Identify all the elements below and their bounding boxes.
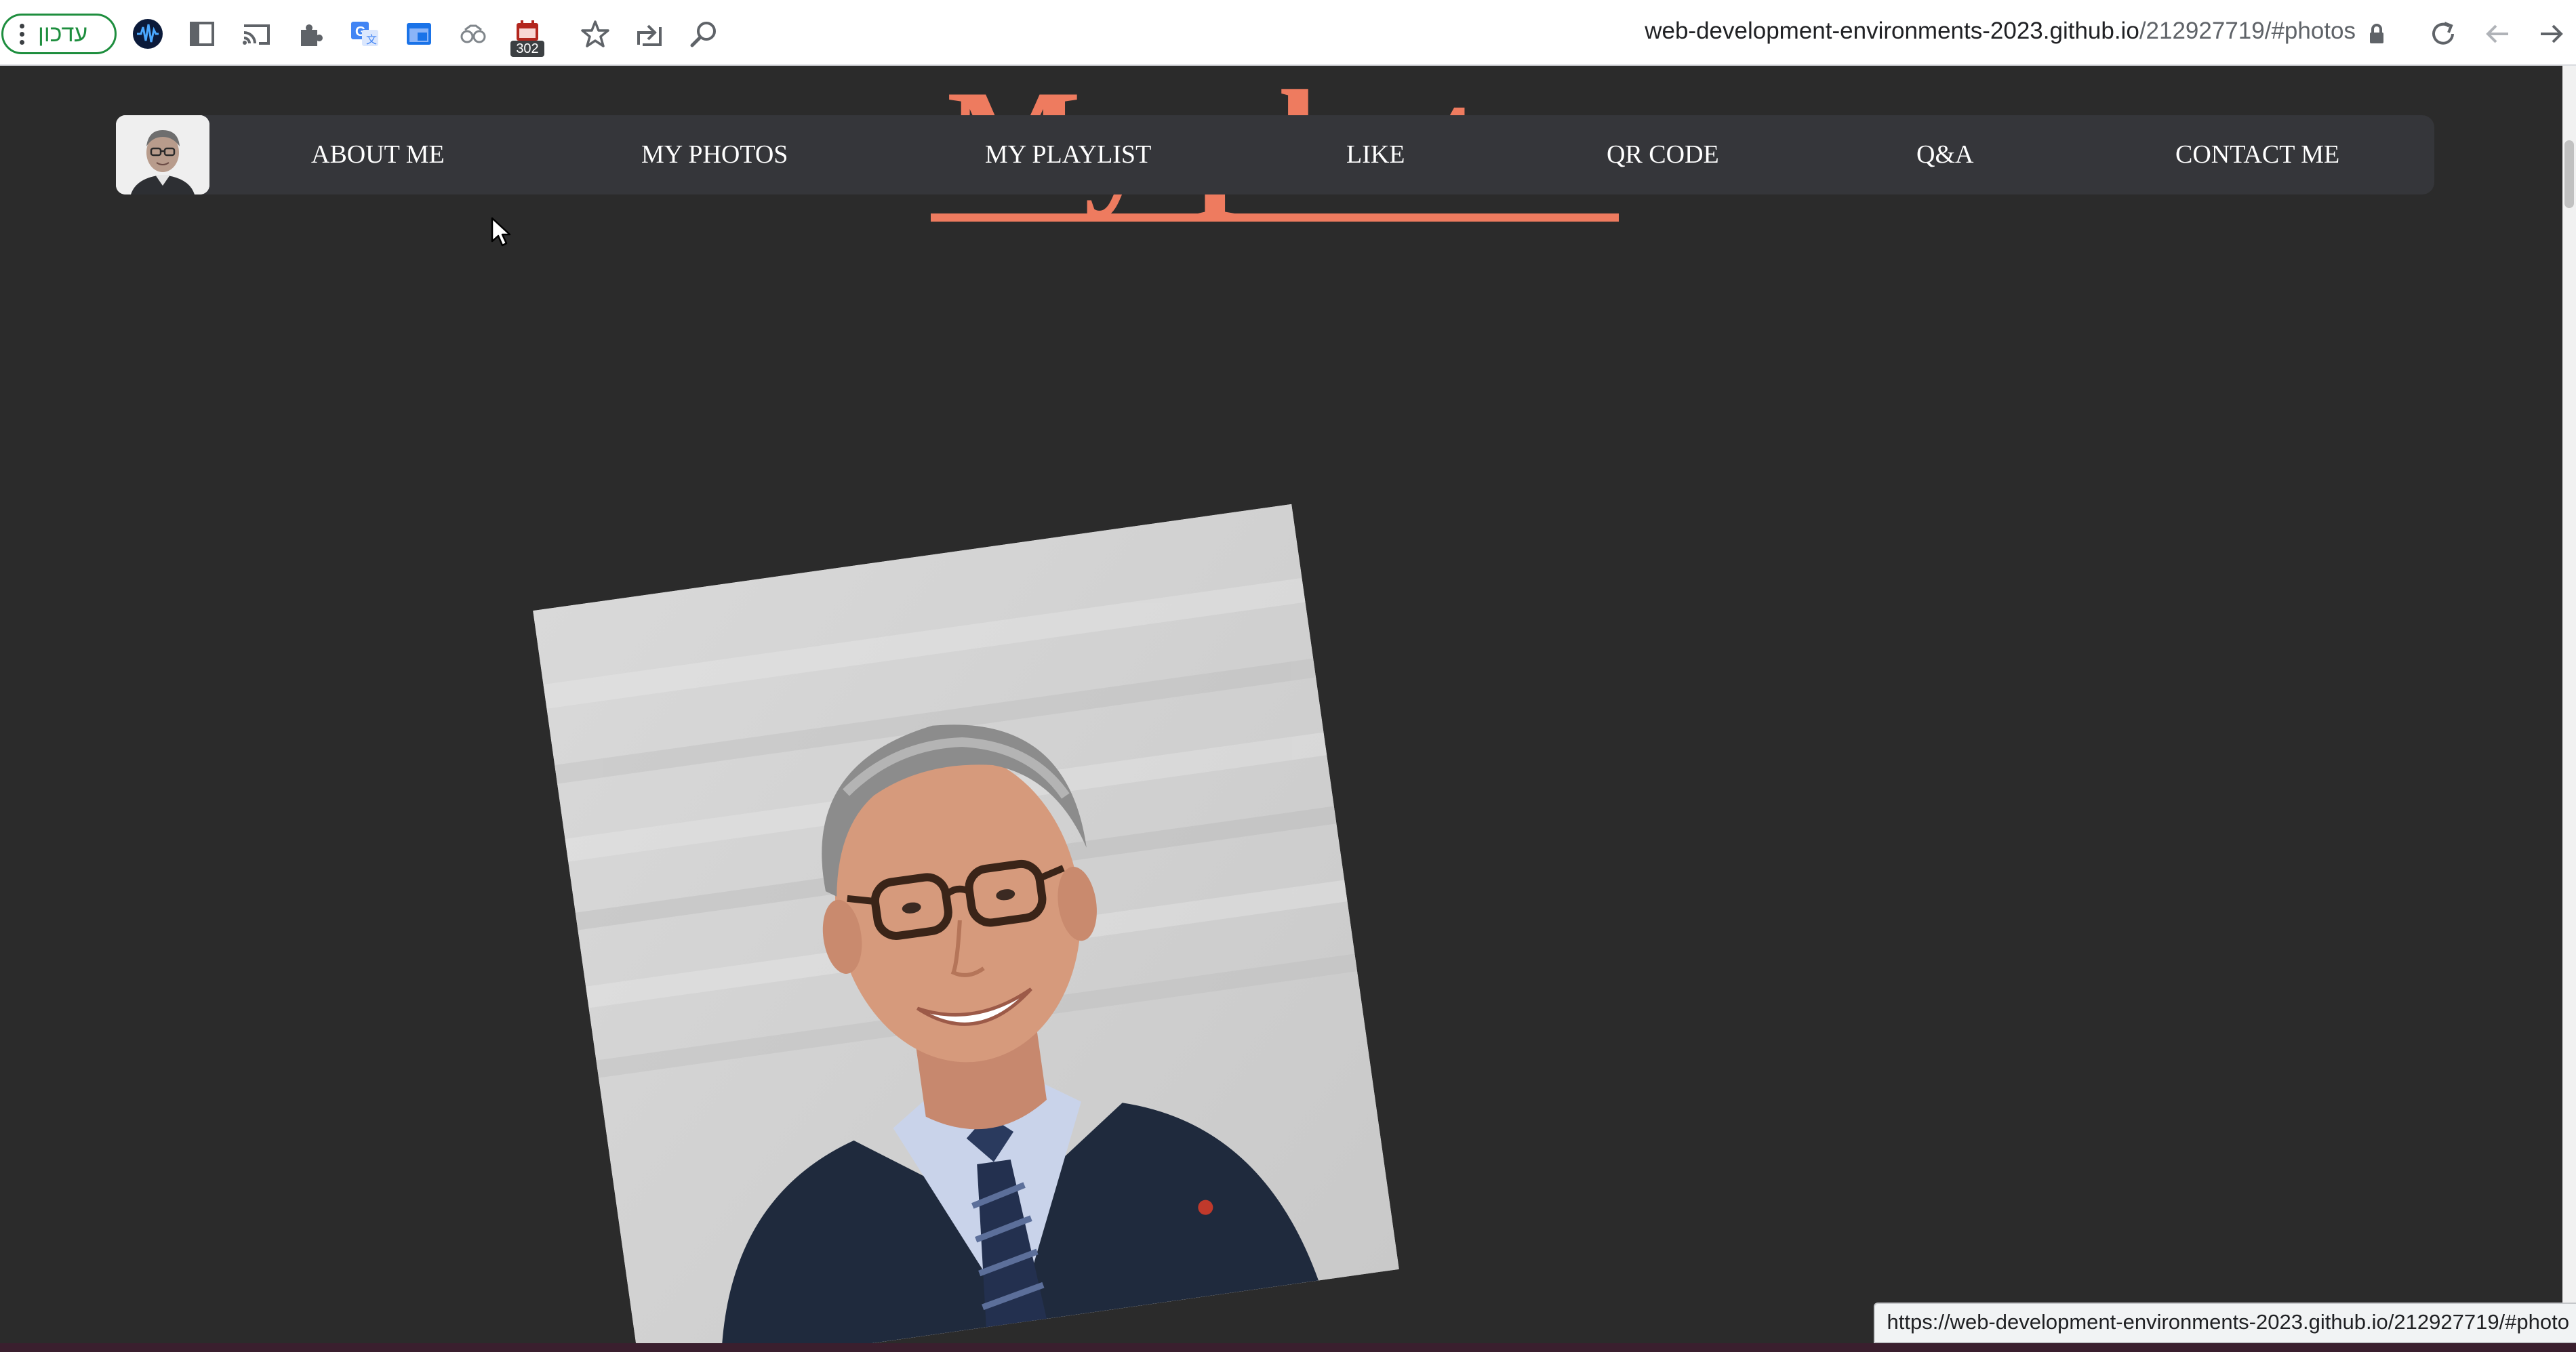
nav-item-contact-me[interactable]: CONTACT ME: [2175, 115, 2339, 194]
mouse-cursor-icon: [491, 217, 511, 247]
update-label: עדכון: [38, 20, 88, 47]
nav-item-like[interactable]: LIKE: [1346, 115, 1405, 194]
puzzle-extensions-icon[interactable]: [293, 16, 328, 52]
title-underline: [931, 213, 1619, 222]
link-status-bubble: https://web-development-environments-202…: [1873, 1303, 2576, 1343]
extension-badge: 302: [510, 41, 544, 57]
nav-item-about-me[interactable]: ABOUT ME: [311, 115, 445, 194]
nav-item-qa[interactable]: Q&A: [1916, 115, 1973, 194]
svg-text:文: 文: [366, 34, 377, 46]
lock-icon[interactable]: [2359, 16, 2394, 52]
nav-item-my-photos[interactable]: MY PHOTOS: [641, 115, 788, 194]
window-icon[interactable]: [401, 16, 437, 52]
zoom-icon[interactable]: [686, 16, 721, 52]
profile-avatar[interactable]: [116, 115, 209, 194]
glasses-icon[interactable]: [456, 16, 491, 52]
extension-wave-icon[interactable]: [130, 16, 165, 52]
calendar-extension-icon[interactable]: 302: [510, 16, 545, 57]
scrollbar-thumb[interactable]: [2564, 140, 2574, 208]
browser-update-button[interactable]: עדכון: [1, 14, 117, 54]
side-panel-icon[interactable]: [184, 16, 220, 52]
forward-icon[interactable]: [2534, 16, 2569, 52]
browser-toolbar: עדכון G文 302 web-development-environment…: [0, 0, 2576, 66]
page-scrollbar[interactable]: [2562, 66, 2576, 1343]
url-path: /212927719/#photos: [2139, 18, 2356, 44]
reload-icon[interactable]: [2426, 16, 2461, 52]
translate-icon[interactable]: G文: [347, 16, 382, 52]
window-bottom-edge: [0, 1343, 2576, 1352]
web-page: My photos ABOUT ME MY PHOTOS MY PLAYLIST…: [0, 66, 2562, 1343]
nav-item-my-playlist[interactable]: MY PLAYLIST: [985, 115, 1151, 194]
site-navbar: ABOUT ME MY PHOTOS MY PLAYLIST LIKE QR C…: [116, 115, 2434, 194]
star-bookmark-icon[interactable]: [578, 16, 613, 52]
share-icon[interactable]: [632, 16, 667, 52]
cast-icon[interactable]: [239, 16, 274, 52]
address-bar-url[interactable]: web-development-environments-2023.github…: [1645, 18, 2356, 45]
menu-dots-icon: [20, 23, 24, 45]
url-domain: web-development-environments-2023.github…: [1645, 18, 2139, 44]
nav-item-qr-code[interactable]: QR CODE: [1607, 115, 1719, 194]
gallery-photo[interactable]: [533, 504, 1399, 1343]
back-icon[interactable]: [2480, 16, 2515, 52]
